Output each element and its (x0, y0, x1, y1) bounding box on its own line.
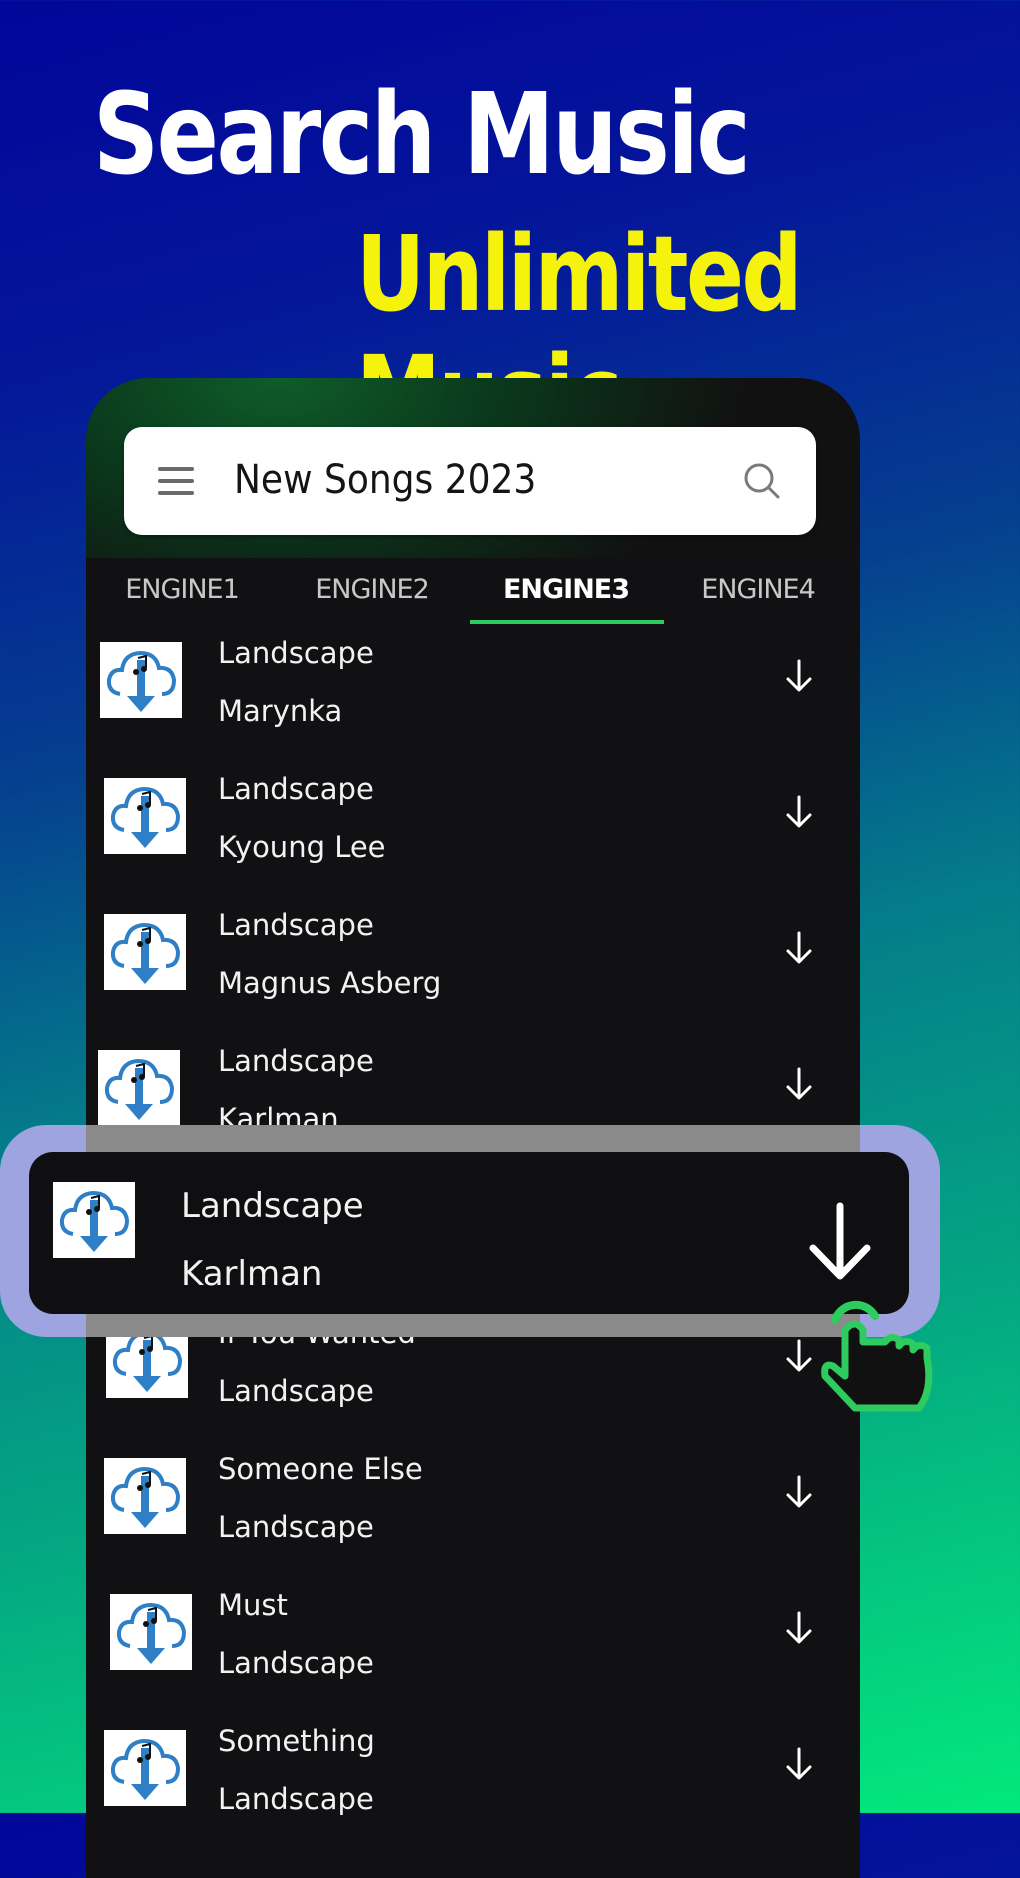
song-list-item[interactable]: Must Landscape (86, 1588, 860, 1724)
hamburger-menu-icon[interactable] (158, 467, 194, 495)
song-artist: Landscape (218, 1782, 374, 1816)
song-title: Landscape (218, 636, 374, 670)
tab-engine3[interactable]: ENGINE3 (470, 570, 662, 610)
song-title: Must (218, 1588, 288, 1622)
cloud-music-download-icon (104, 914, 186, 990)
download-arrow-icon[interactable] (784, 794, 814, 830)
song-artist: Magnus Asberg (218, 966, 442, 1000)
cloud-music-download-icon (100, 642, 182, 718)
tab-engine1[interactable]: ENGINE1 (86, 570, 278, 610)
cloud-music-download-icon (53, 1182, 135, 1258)
cloud-music-download-icon (98, 1050, 180, 1126)
headline-search-music: Search Music (93, 70, 751, 200)
song-list-item[interactable]: Landscape Kyoung Lee (86, 772, 860, 908)
tab-engine4[interactable]: ENGINE4 (662, 570, 854, 610)
search-input[interactable]: New Songs 2023 (234, 457, 536, 503)
download-arrow-icon[interactable] (784, 658, 814, 694)
song-title: Landscape (218, 772, 374, 806)
download-arrow-icon[interactable] (805, 1202, 875, 1282)
song-artist: Landscape (218, 1374, 374, 1408)
song-title: Landscape (218, 1044, 374, 1078)
song-title: Someone Else (218, 1452, 423, 1486)
tap-hand-icon (821, 1300, 933, 1412)
download-arrow-icon[interactable] (784, 1066, 814, 1102)
song-title: Landscape (218, 908, 374, 942)
cloud-music-download-icon (104, 1458, 186, 1534)
song-artist: Kyoung Lee (218, 830, 386, 864)
download-arrow-icon[interactable] (784, 1474, 814, 1510)
download-arrow-icon[interactable] (784, 930, 814, 966)
song-title: Something (218, 1724, 375, 1758)
cloud-music-download-icon (104, 1730, 186, 1806)
song-artist: Marynka (218, 694, 343, 728)
song-title: Landscape (181, 1186, 364, 1226)
active-tab-indicator (470, 620, 664, 624)
song-list-item[interactable]: Landscape Magnus Asberg (86, 908, 860, 1044)
cloud-music-download-icon (110, 1594, 192, 1670)
tab-engine2[interactable]: ENGINE2 (276, 570, 468, 610)
song-list-item[interactable]: Something Landscape (86, 1724, 860, 1860)
search-bar[interactable]: New Songs 2023 (124, 427, 816, 535)
song-artist: Landscape (218, 1646, 374, 1680)
highlighted-song-card[interactable]: Landscape Karlman (29, 1152, 909, 1314)
cloud-music-download-icon (104, 778, 186, 854)
song-artist: Landscape (218, 1510, 374, 1544)
song-list-item[interactable]: Landscape Marynka (86, 636, 860, 772)
download-arrow-icon[interactable] (784, 1338, 814, 1374)
download-arrow-icon[interactable] (784, 1746, 814, 1782)
search-icon[interactable] (742, 461, 782, 501)
song-list-item[interactable]: Someone Else Landscape (86, 1452, 860, 1588)
download-arrow-icon[interactable] (784, 1610, 814, 1646)
song-artist: Karlman (181, 1254, 323, 1294)
